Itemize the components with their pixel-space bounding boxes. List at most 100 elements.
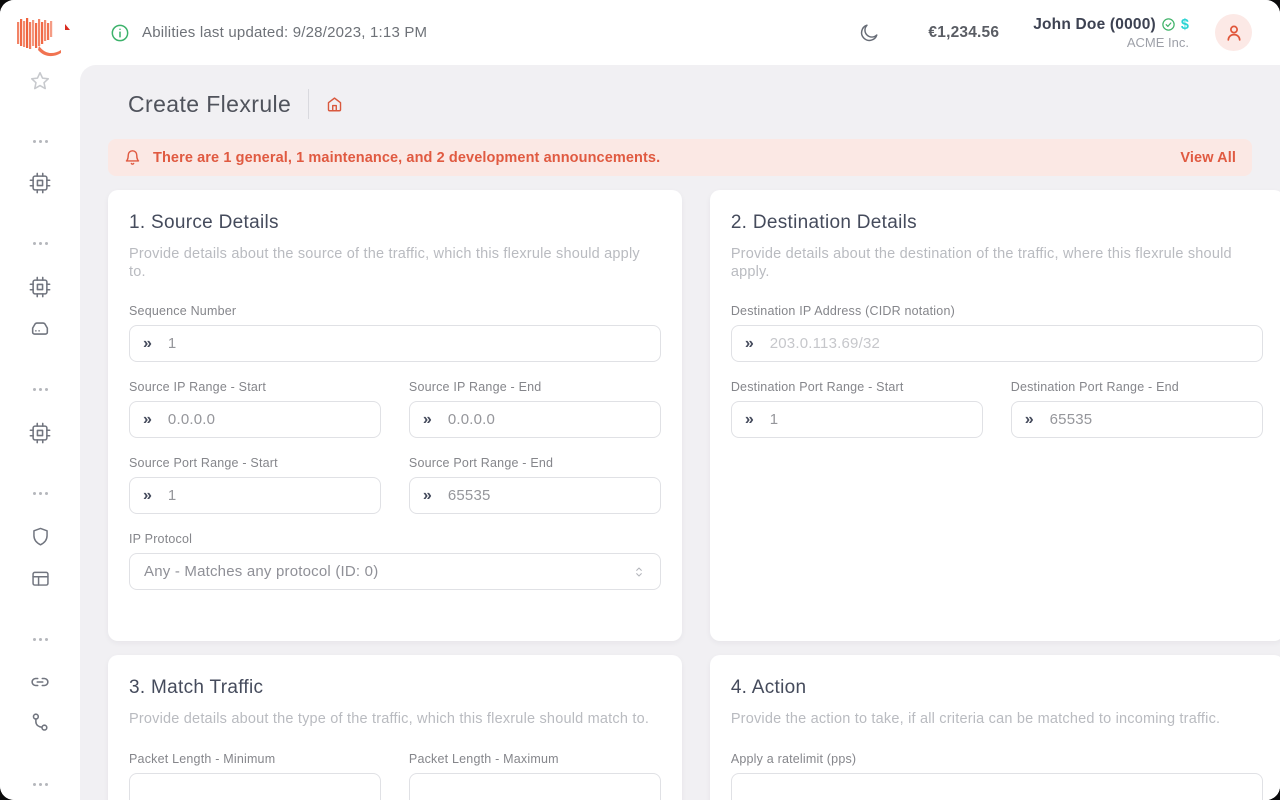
field-sequence-number: Sequence Number » <box>129 304 661 362</box>
sidebar-item-links[interactable] <box>19 670 61 694</box>
destination-ip-input-group: » <box>731 325 1263 362</box>
top-header: Abilities last updated: 9/28/2023, 1:13 … <box>80 0 1280 65</box>
packet-length-max-input[interactable] <box>423 783 647 800</box>
field-label: Source Port Range - Start <box>129 456 381 470</box>
sidebar-item-servers[interactable] <box>19 317 61 341</box>
field-label: Source Port Range - End <box>409 456 661 470</box>
abilities-status: Abilities last updated: 9/28/2023, 1:13 … <box>110 23 427 43</box>
double-chevron-icon: » <box>143 412 152 428</box>
field-packet-length-max: Packet Length - Maximum <box>409 752 661 800</box>
cpu-icon <box>29 172 51 194</box>
abilities-status-text: Abilities last updated: 9/28/2023, 1:13 … <box>142 24 427 41</box>
field-source-ip-start: Source IP Range - Start » <box>129 380 381 438</box>
double-chevron-icon: » <box>745 336 754 352</box>
field-dest-port-start: Destination Port Range - Start » <box>731 380 983 438</box>
ratelimit-input-group <box>731 773 1263 800</box>
shield-icon <box>30 526 51 547</box>
card-description: Provide details about the source of the … <box>129 246 659 281</box>
page-head: Create Flexrule <box>108 89 1252 119</box>
announcement-text: There are 1 general, 1 maintenance, and … <box>153 150 660 166</box>
card-action: 4. Action Provide the action to take, if… <box>710 655 1280 800</box>
double-chevron-icon: » <box>423 488 432 504</box>
field-packet-length-min: Packet Length - Minimum <box>129 752 381 800</box>
dark-mode-toggle[interactable] <box>858 22 880 44</box>
field-dest-port-end: Destination Port Range - End » <box>1011 380 1263 438</box>
sidebar-item-compute-3[interactable] <box>19 421 61 445</box>
sidebar-item-security[interactable] <box>19 524 61 548</box>
cpu-icon <box>29 276 51 298</box>
currency-icon: $ <box>1181 17 1189 33</box>
title-divider <box>308 89 309 119</box>
page-title: Create Flexrule <box>128 91 291 118</box>
moon-icon <box>858 22 880 44</box>
field-label: Source IP Range - Start <box>129 380 381 394</box>
flow-branch-icon <box>29 712 51 734</box>
star-icon <box>29 70 51 92</box>
home-button[interactable] <box>326 96 343 113</box>
logo-icon <box>9 10 71 60</box>
source-ip-end-input-group: » <box>409 401 661 438</box>
card-title: 1. Source Details <box>129 212 661 234</box>
app-window: Abilities last updated: 9/28/2023, 1:13 … <box>0 0 1280 800</box>
ratelimit-input[interactable] <box>745 783 1249 800</box>
field-label: IP Protocol <box>129 532 661 546</box>
sidebar-item-tables[interactable] <box>19 566 61 590</box>
packet-length-max-input-group <box>409 773 661 800</box>
info-icon <box>110 23 130 43</box>
packet-length-min-input[interactable] <box>143 783 367 800</box>
home-icon <box>326 96 343 113</box>
double-chevron-icon: » <box>423 412 432 428</box>
field-label: Destination IP Address (CIDR notation) <box>731 304 1263 318</box>
dest-port-end-input[interactable] <box>1050 411 1249 428</box>
view-all-link[interactable]: View All <box>1180 150 1236 166</box>
chevrons-up-down-icon <box>632 565 646 579</box>
field-source-port-end: Source Port Range - End » <box>409 456 661 514</box>
select-value: Any - Matches any protocol (ID: 0) <box>144 563 632 580</box>
double-chevron-icon: » <box>143 336 152 352</box>
sidebar-item-compute-1[interactable] <box>19 171 61 195</box>
sequence-number-input-group: » <box>129 325 661 362</box>
company-name: ACME Inc. <box>1127 35 1189 50</box>
double-chevron-icon: » <box>1025 412 1034 428</box>
sidebar-item-favorites[interactable] <box>19 69 61 93</box>
main-content: Create Flexrule There are 1 general, 1 m… <box>80 65 1280 800</box>
source-ip-start-input[interactable] <box>168 411 367 428</box>
field-source-ip-end: Source IP Range - End » <box>409 380 661 438</box>
brand-logo[interactable] <box>0 0 80 64</box>
ip-protocol-select[interactable]: Any - Matches any protocol (ID: 0) <box>129 553 661 590</box>
card-description: Provide details about the type of the tr… <box>129 711 659 729</box>
sidebar-item-compute-2[interactable] <box>19 275 61 299</box>
field-label: Destination Port Range - End <box>1011 380 1263 394</box>
source-port-start-input-group: » <box>129 477 381 514</box>
field-ip-protocol: IP Protocol Any - Matches any protocol (… <box>129 532 661 590</box>
table-layout-icon <box>30 568 51 589</box>
card-description: Provide details about the destination of… <box>731 246 1261 281</box>
sequence-number-input[interactable] <box>168 335 647 352</box>
sidebar-group-dots <box>19 383 61 395</box>
source-port-start-input[interactable] <box>168 487 367 504</box>
card-destination-details: 2. Destination Details Provide details a… <box>710 190 1280 641</box>
field-label: Packet Length - Minimum <box>129 752 381 766</box>
destination-ip-input[interactable] <box>770 335 1249 352</box>
double-chevron-icon: » <box>143 488 152 504</box>
sidebar-group-dots <box>19 778 61 790</box>
card-source-details: 1. Source Details Provide details about … <box>108 190 682 641</box>
dest-port-start-input-group: » <box>731 401 983 438</box>
bell-icon <box>124 149 141 166</box>
sidebar-item-flows[interactable] <box>19 711 61 735</box>
field-destination-ip: Destination IP Address (CIDR notation) » <box>731 304 1263 362</box>
announcement-banner: There are 1 general, 1 maintenance, and … <box>108 139 1252 176</box>
card-title: 3. Match Traffic <box>129 677 661 699</box>
dest-port-start-input[interactable] <box>770 411 969 428</box>
avatar[interactable] <box>1215 14 1252 51</box>
source-ip-start-input-group: » <box>129 401 381 438</box>
field-label: Apply a ratelimit (pps) <box>731 752 1263 766</box>
source-ip-end-input[interactable] <box>448 411 647 428</box>
field-label: Sequence Number <box>129 304 661 318</box>
user-info: John Doe (0000) $ ACME Inc. <box>1033 16 1189 50</box>
source-port-end-input[interactable] <box>448 487 647 504</box>
dest-port-end-input-group: » <box>1011 401 1263 438</box>
field-label: Source IP Range - End <box>409 380 661 394</box>
source-port-end-input-group: » <box>409 477 661 514</box>
card-title: 2. Destination Details <box>731 212 1263 234</box>
